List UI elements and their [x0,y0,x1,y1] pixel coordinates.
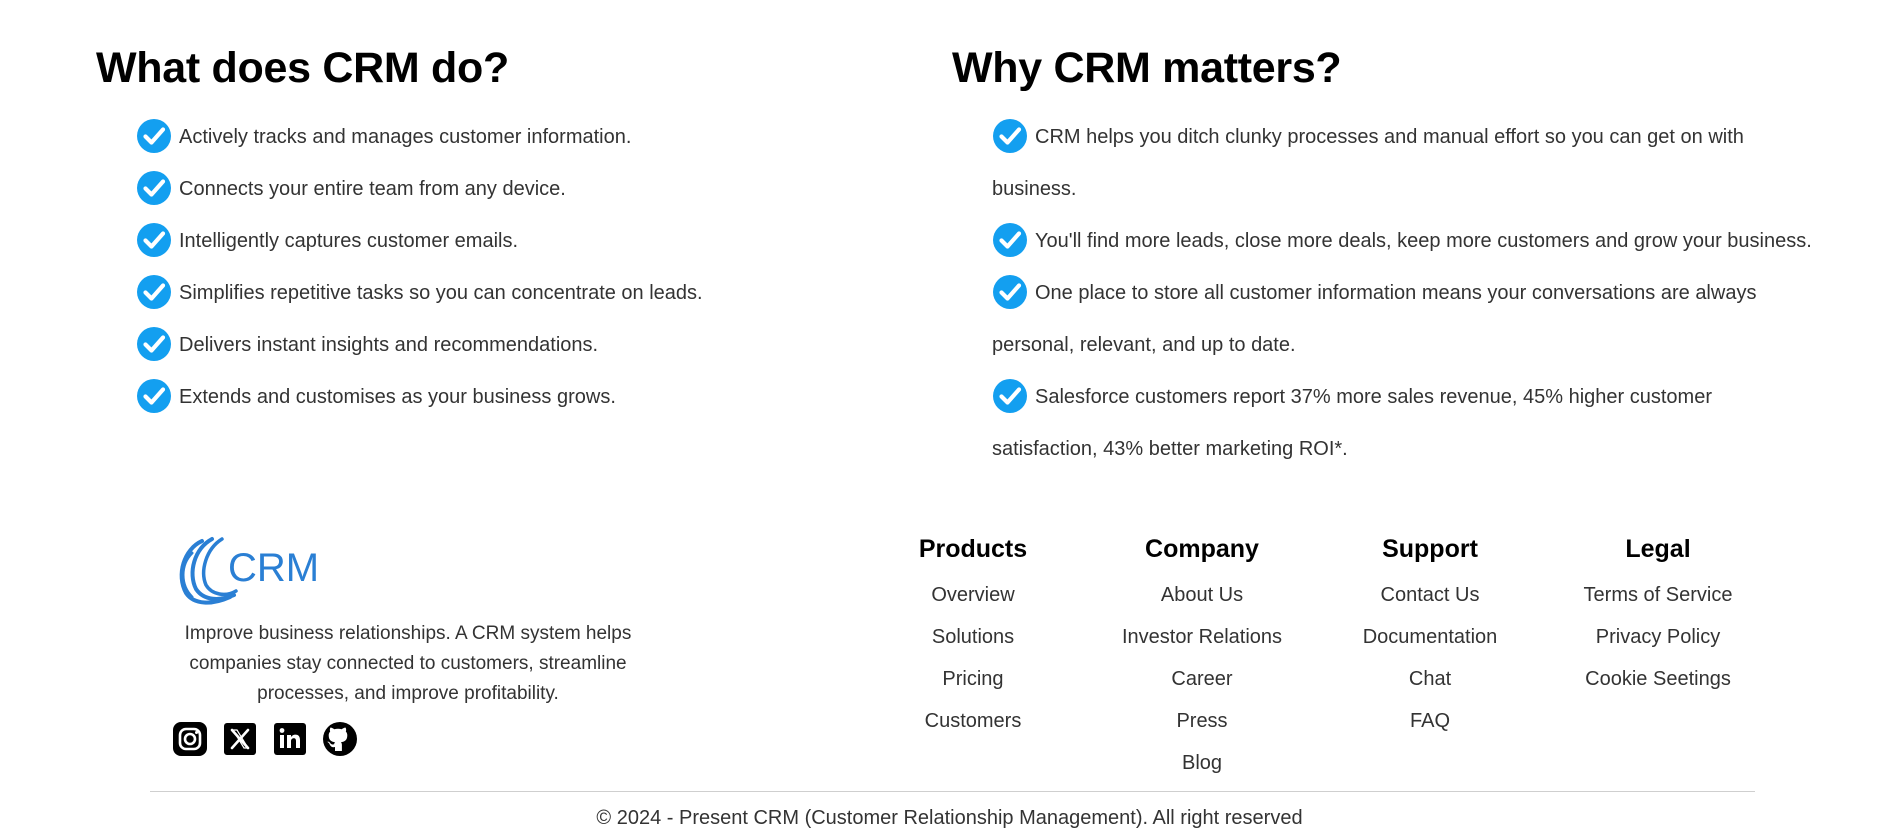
list-item: Actively tracks and manages customer inf… [136,111,856,163]
list-item-text: Actively tracks and manages customer inf… [179,126,632,148]
check-circle-icon [992,274,1028,310]
github-icon[interactable] [322,721,358,757]
footer-link-press[interactable]: Press [1176,710,1227,732]
footer-column-legal: Legal Terms of Service Privacy Policy Co… [1548,532,1768,700]
list-item-text: Simplifies repetitive tasks so you can c… [179,282,703,304]
footer-divider [150,791,1755,792]
list-item: Extends and customises as your business … [136,371,856,423]
list-item-text: CRM helps you ditch clunky processes and… [992,126,1744,200]
crm-logo[interactable]: CRM [172,535,334,607]
list-item: Simplifies repetitive tasks so you can c… [136,267,856,319]
list-item: Intelligently captures customer emails. [136,215,856,267]
list-item-text: Intelligently captures customer emails. [179,230,519,252]
footer-column-title: Support [1382,535,1478,563]
footer-link-blog[interactable]: Blog [1182,752,1222,774]
footer-link-cookie-settings[interactable]: Cookie Seetings [1585,668,1731,690]
what-crm-does-list: Actively tracks and manages customer inf… [136,111,856,423]
footer-link-contact-us[interactable]: Contact Us [1381,584,1480,606]
list-item: Delivers instant insights and recommenda… [136,319,856,371]
list-item: One place to store all customer informat… [992,267,1822,371]
list-item-text: You'll find more leads, close more deals… [1035,230,1812,252]
why-crm-matters-section: Why CRM matters? CRM helps you ditch clu… [952,44,1822,475]
footer-column-title: Company [1145,535,1259,563]
check-circle-icon [992,222,1028,258]
instagram-icon[interactable] [172,721,208,757]
list-item-text: One place to store all customer informat… [992,282,1757,356]
list-item-text: Extends and customises as your business … [179,386,616,408]
footer-brand: CRM Improve business relationships. A CR… [172,535,644,757]
footer-tagline: Improve business relationships. A CRM sy… [184,623,632,704]
footer-link-terms-of-service[interactable]: Terms of Service [1584,584,1733,606]
footer-link-pricing[interactable]: Pricing [942,668,1003,690]
footer-link-about-us[interactable]: About Us [1161,584,1243,606]
list-item-text: Salesforce customers report 37% more sal… [992,386,1712,460]
check-circle-icon [136,118,172,154]
check-circle-icon [136,274,172,310]
logo-text: CRM [228,546,319,590]
footer-column-support: Support Contact Us Documentation Chat FA… [1320,532,1540,742]
list-item: CRM helps you ditch clunky processes and… [992,111,1822,215]
list-item: Connects your entire team from any devic… [136,163,856,215]
footer-link-career[interactable]: Career [1171,668,1232,690]
check-circle-icon [136,170,172,206]
list-item-text: Delivers instant insights and recommenda… [179,334,599,356]
social-links [172,721,644,757]
check-circle-icon [136,326,172,362]
what-crm-does-section: What does CRM do? Actively tracks and ma… [96,44,856,423]
check-circle-icon [992,378,1028,414]
list-item: Salesforce customers report 37% more sal… [992,371,1822,475]
list-item-text: Connects your entire team from any devic… [179,178,566,200]
footer-column-title: Products [918,535,1028,563]
footer-link-privacy-policy[interactable]: Privacy Policy [1596,626,1720,648]
linkedin-icon[interactable] [272,721,308,757]
footer-column-company: Company About Us Investor Relations Care… [1092,532,1312,784]
footer-link-overview[interactable]: Overview [931,584,1014,606]
copyright-text: © 2024 - Present CRM (Customer Relations… [596,807,1303,829]
footer-link-chat[interactable]: Chat [1409,668,1451,690]
footer-link-customers[interactable]: Customers [925,710,1022,732]
footer-column-title: Legal [1625,535,1691,563]
check-circle-icon [136,222,172,258]
footer-link-documentation[interactable]: Documentation [1363,626,1498,648]
why-crm-matters-list: CRM helps you ditch clunky processes and… [992,111,1822,475]
what-crm-does-title: What does CRM do? [96,44,509,92]
footer-link-solutions[interactable]: Solutions [932,626,1014,648]
check-circle-icon [136,378,172,414]
check-circle-icon [992,118,1028,154]
x-icon[interactable] [222,721,258,757]
why-crm-matters-title: Why CRM matters? [952,44,1342,92]
footer-link-investor-relations[interactable]: Investor Relations [1122,626,1282,648]
footer-link-faq[interactable]: FAQ [1410,710,1450,732]
footer-column-products: Products Overview Solutions Pricing Cust… [863,532,1083,742]
list-item: You'll find more leads, close more deals… [992,215,1822,267]
